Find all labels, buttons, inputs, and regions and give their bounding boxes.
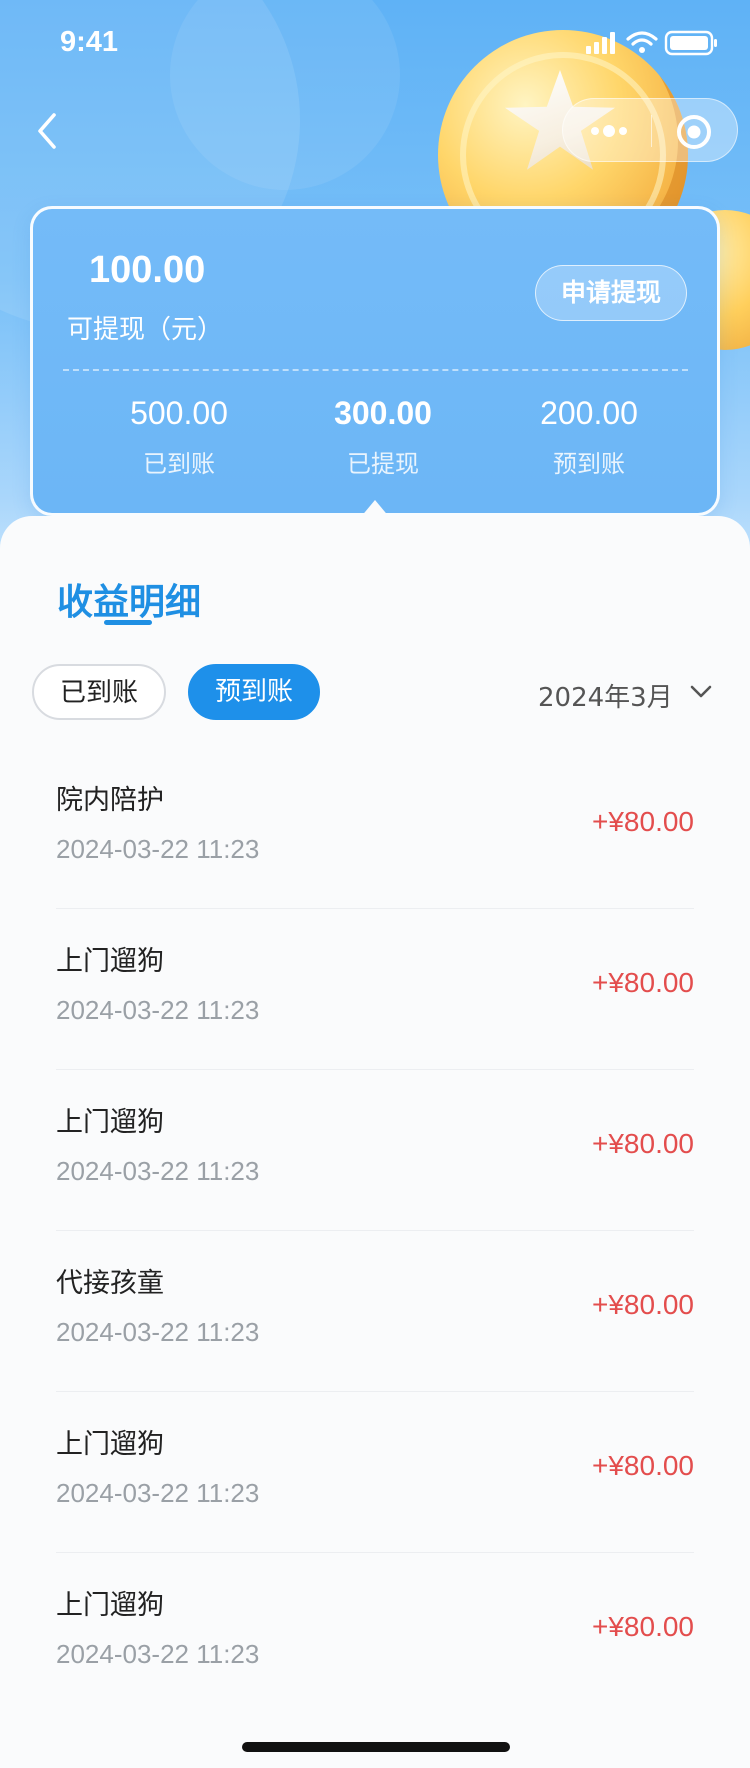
status-icons xyxy=(586,30,717,56)
signal-icon xyxy=(586,32,615,54)
stat-withdrawn: 300.00 已提现 xyxy=(293,395,473,479)
apply-withdraw-button[interactable]: 申请提现 xyxy=(535,265,687,321)
list-item[interactable]: 院内陪护 2024-03-22 11:23 +¥80.00 xyxy=(56,748,694,909)
stat-label: 预到账 xyxy=(553,450,625,478)
stat-received: 500.00 已到账 xyxy=(89,395,269,479)
dashed-divider xyxy=(63,369,688,371)
item-time: 2024-03-22 11:23 xyxy=(56,1639,260,1669)
item-time: 2024-03-22 11:23 xyxy=(56,995,260,1025)
mini-program-capsule xyxy=(562,98,738,162)
stat-pending: 200.00 预到账 xyxy=(499,395,679,479)
item-amount: +¥80.00 xyxy=(592,806,694,837)
list-item[interactable]: 上门遛狗 2024-03-22 11:23 +¥80.00 xyxy=(56,909,694,1070)
item-amount: +¥80.00 xyxy=(592,1128,694,1159)
list-item[interactable]: 上门遛狗 2024-03-22 11:23 +¥80.00 xyxy=(56,1392,694,1553)
item-name: 代接孩童 xyxy=(56,1268,164,1299)
target-icon[interactable] xyxy=(675,113,713,151)
item-name: 院内陪护 xyxy=(56,785,164,816)
home-indicator xyxy=(242,1742,510,1752)
earnings-list: 院内陪护 2024-03-22 11:23 +¥80.00 上门遛狗 2024-… xyxy=(56,748,694,1713)
item-time: 2024-03-22 11:23 xyxy=(56,1156,260,1186)
filter-pending[interactable]: 预到账 xyxy=(188,664,320,720)
filter-received[interactable]: 已到账 xyxy=(32,664,166,720)
item-time: 2024-03-22 11:23 xyxy=(56,1317,260,1347)
item-amount: +¥80.00 xyxy=(592,1450,694,1481)
list-item[interactable]: 代接孩童 2024-03-22 11:23 +¥80.00 xyxy=(56,1231,694,1392)
item-name: 上门遛狗 xyxy=(56,1590,164,1621)
stat-label: 已到账 xyxy=(143,450,215,478)
stat-value: 300.00 xyxy=(334,395,432,431)
item-name: 上门遛狗 xyxy=(56,1107,164,1138)
item-amount: +¥80.00 xyxy=(592,1289,694,1320)
status-time: 9:41 xyxy=(60,26,119,58)
stat-label: 已提现 xyxy=(347,450,419,478)
item-amount: +¥80.00 xyxy=(592,967,694,998)
withdrawable-label: 可提现（元） xyxy=(67,315,224,345)
item-time: 2024-03-22 11:23 xyxy=(56,1478,260,1508)
battery-icon xyxy=(664,30,717,56)
item-time: 2024-03-22 11:23 xyxy=(56,834,260,864)
wifi-icon xyxy=(626,31,658,46)
withdrawable-amount: 100.00 xyxy=(89,249,206,291)
stat-value: 500.00 xyxy=(130,395,228,431)
stat-value: 200.00 xyxy=(540,395,638,431)
earnings-summary-card: 100.00 可提现（元） 申请提现 500.00 已到账 300.00 已提现… xyxy=(30,206,720,516)
list-item[interactable]: 上门遛狗 2024-03-22 11:23 +¥80.00 xyxy=(56,1553,694,1713)
item-amount: +¥80.00 xyxy=(592,1611,694,1642)
list-item[interactable]: 上门遛狗 2024-03-22 11:23 +¥80.00 xyxy=(56,1070,694,1231)
title-underline xyxy=(104,620,152,625)
item-name: 上门遛狗 xyxy=(56,1429,164,1460)
chevron-down-icon[interactable] xyxy=(690,684,712,700)
more-dots-icon[interactable] xyxy=(589,117,629,145)
month-selector-label[interactable]: 2024年3月 xyxy=(538,677,673,714)
chevron-left-icon[interactable] xyxy=(30,105,70,157)
section-title: 收益明细 xyxy=(57,582,202,623)
item-name: 上门遛狗 xyxy=(56,946,164,977)
